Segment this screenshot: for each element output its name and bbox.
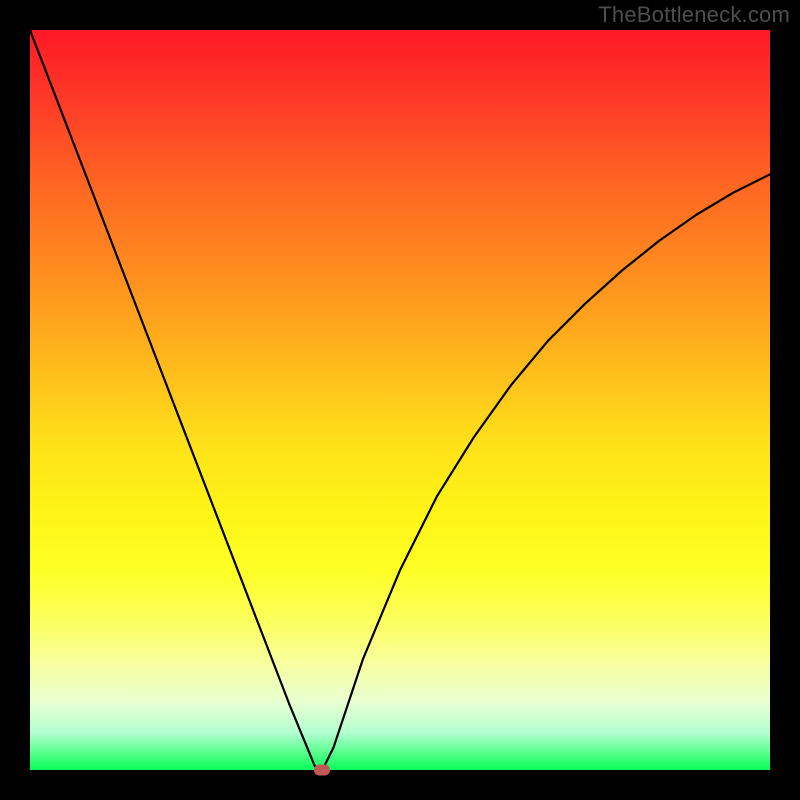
chart-frame: TheBottleneck.com (0, 0, 800, 800)
bottleneck-curve (30, 30, 770, 770)
watermark-text: TheBottleneck.com (598, 2, 790, 28)
plot-area (30, 30, 770, 770)
optimum-marker (314, 765, 330, 776)
